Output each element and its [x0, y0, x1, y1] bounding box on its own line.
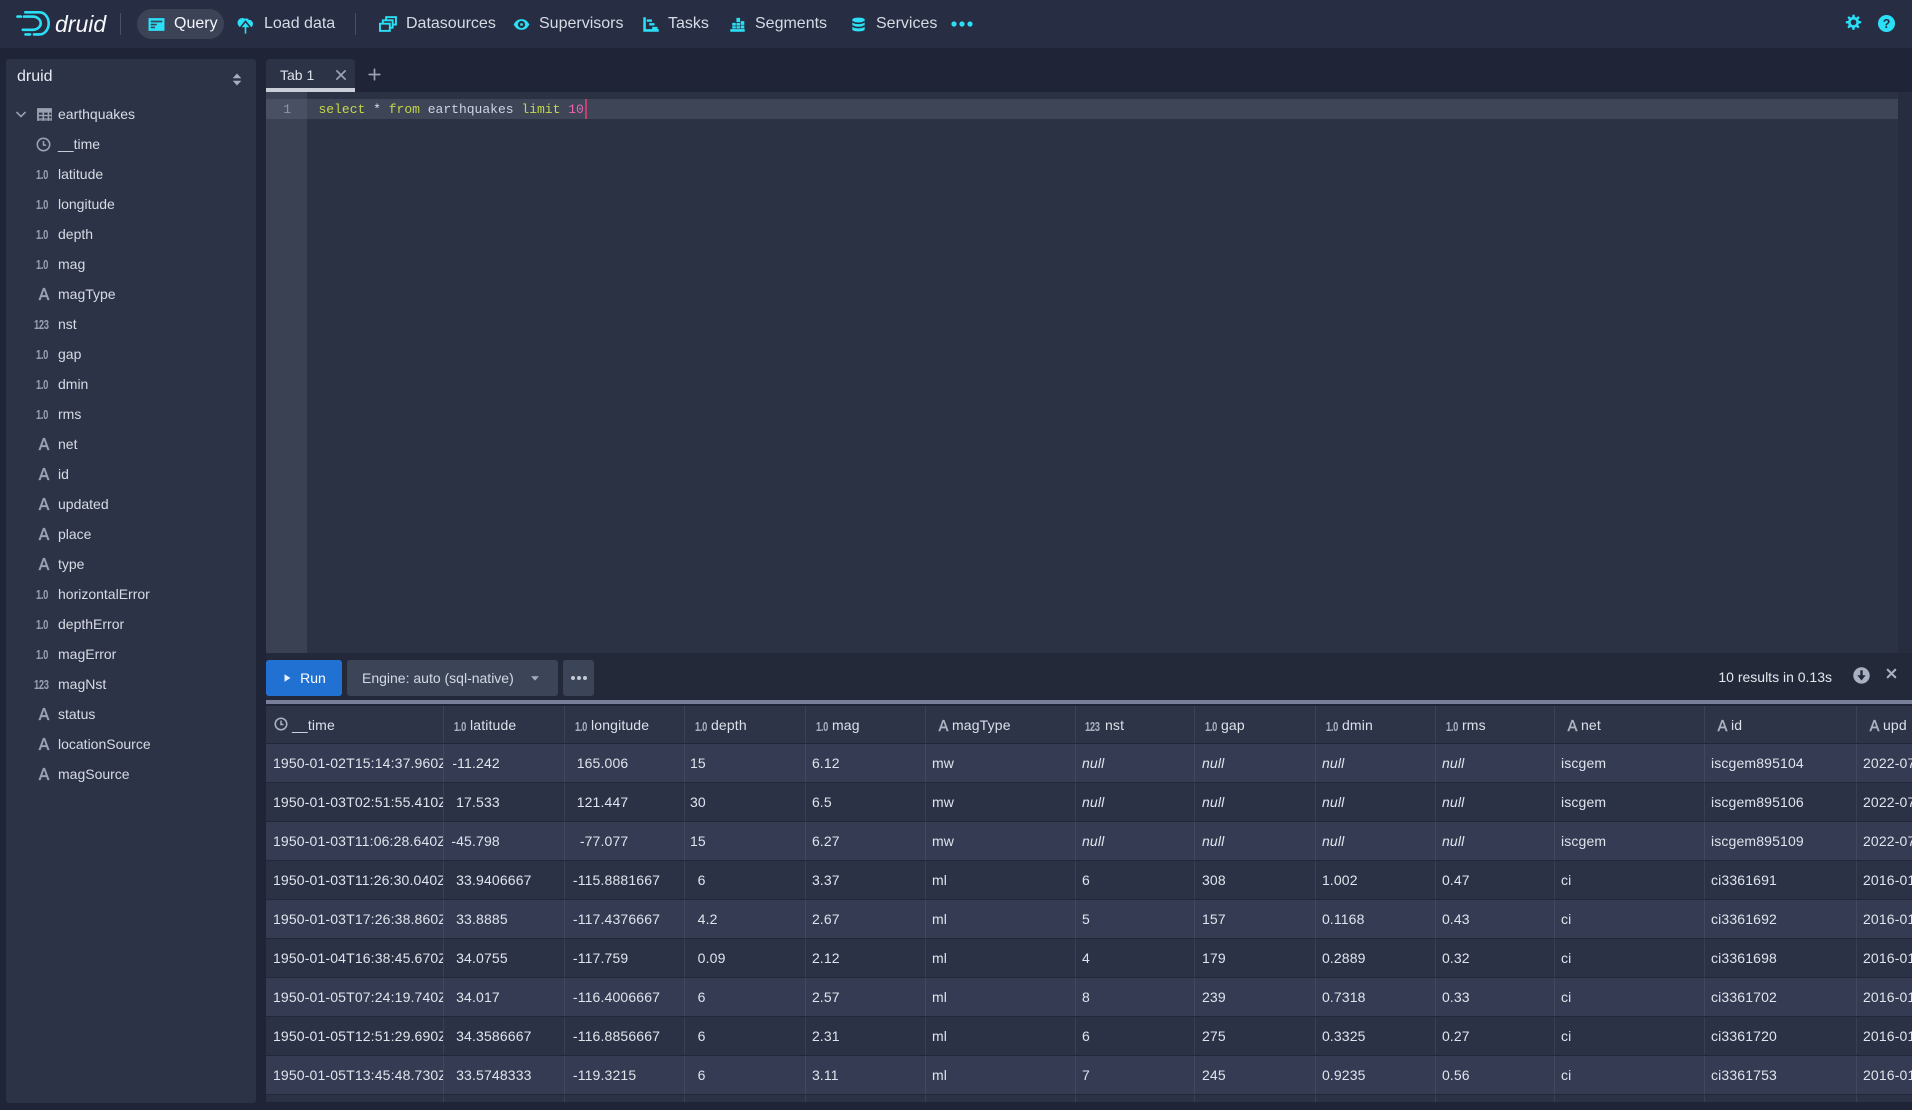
- svg-text:?: ?: [1883, 17, 1891, 31]
